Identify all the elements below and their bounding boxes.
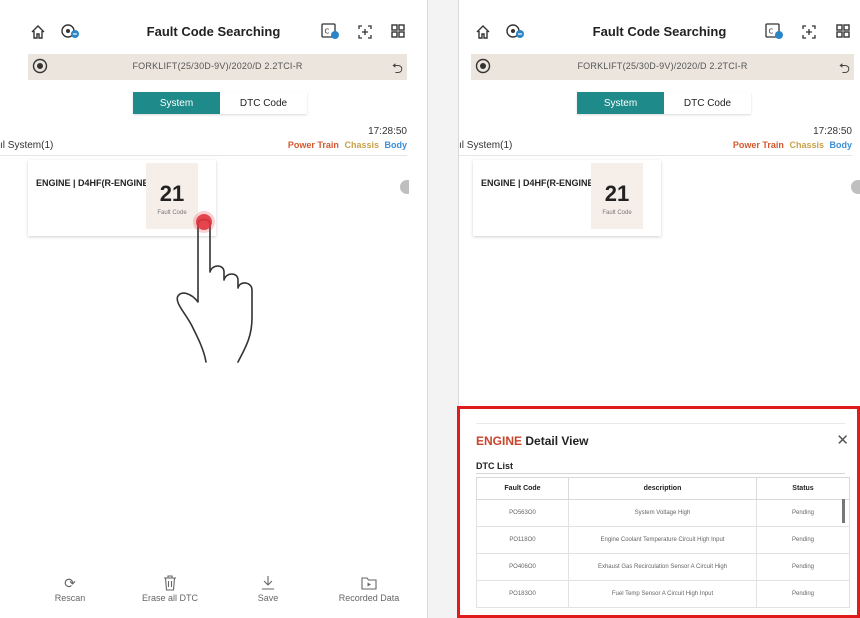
col-description: description [568, 477, 757, 500]
description-cell: Engine Coolant Temperature Circuit High … [568, 526, 757, 554]
fault-count: 21 [159, 181, 185, 206]
fault-code-cell: PO183O0 [476, 580, 569, 608]
fault-count-label: Fault Code [602, 210, 632, 216]
touch-point-marker [196, 214, 212, 230]
trash-icon [138, 575, 202, 593]
grid-menu-icon[interactable] [836, 24, 850, 38]
fault-code-cell: PO118O0 [476, 526, 569, 554]
status-cell: Pending [756, 526, 850, 554]
save-label: Save [257, 593, 279, 603]
system-card-name: ENGINE | D4HF(R-ENGINE ) [36, 178, 155, 188]
timestamp: 17:28:50 [813, 126, 852, 137]
tab-system[interactable]: System [133, 92, 220, 114]
back-return-icon[interactable]: ⮌ [392, 58, 403, 82]
fault-code-cell: PO406O0 [476, 553, 569, 581]
detail-title: ENGINE Detail View [476, 434, 589, 448]
dtc-list-separator [476, 473, 845, 474]
page-title: Fault Code Searching [592, 24, 727, 39]
col-fault-code: Fault Code [476, 477, 569, 500]
list-divider [0, 155, 407, 156]
system-card-engine[interactable]: ENGINE | D4HF(R-ENGINE ) 21 Fault Code [473, 160, 661, 236]
vci-status-icon[interactable]: C [320, 21, 340, 41]
status-cell: Pending [756, 499, 850, 527]
tab-dtc-code[interactable]: DTC Code [664, 92, 751, 114]
detail-system-name: ENGINE [476, 434, 523, 448]
filter-chassis[interactable]: Chassis [344, 140, 379, 150]
recorded-data-icon [334, 575, 404, 593]
screen-capture-icon[interactable] [801, 24, 817, 40]
dtc-table: Fault Code description Status PO563O0 Sy… [476, 477, 850, 608]
system-count-label: ıl System(1) [459, 140, 513, 151]
erase-all-dtc-button[interactable]: Erase all DTC [138, 575, 202, 603]
view-tabs: System DTC Code [577, 92, 751, 114]
filter-chassis[interactable]: Chassis [789, 140, 824, 150]
description-cell: Exhaust Gas Recirculation Sensor A Circu… [568, 553, 757, 581]
vci-status-icon[interactable]: C [764, 21, 784, 41]
view-tabs: System DTC Code [133, 92, 307, 114]
system-filters: Power Train Chassis Body [285, 140, 407, 150]
table-row[interactable]: PO563O0 System Voltage High Pending [476, 499, 850, 527]
erase-all-dtc-label: Erase all DTC [141, 593, 198, 603]
vehicle-label: FORKLIFT(25/30D-9V)/2020/D 2.2TCI-R [577, 61, 748, 71]
svg-text:C: C [769, 28, 774, 36]
vehicle-info-bar: FORKLIFT(25/30D-9V)/2020/D 2.2TCI-R ⮌ [28, 54, 407, 80]
filter-body[interactable]: Body [830, 140, 853, 150]
download-icon [248, 575, 288, 593]
system-filters: Power Train Chassis Body [730, 140, 852, 150]
rescan-label: Rescan [54, 593, 86, 603]
recorded-data-label: Recorded Data [338, 593, 400, 603]
dtc-table-scrollbar[interactable] [842, 499, 845, 523]
table-row[interactable]: PO183O0 Fuel Temp Sensor A Circuit High … [476, 580, 850, 608]
top-bar: Fault Code Searching C [0, 18, 427, 48]
top-bar: Fault Code Searching C [459, 18, 860, 48]
save-button[interactable]: Save [248, 575, 288, 603]
recorded-data-button[interactable]: Recorded Data [334, 575, 404, 603]
fault-code-cell: PO563O0 [476, 499, 569, 527]
tab-dtc-code[interactable]: DTC Code [220, 92, 307, 114]
tab-system[interactable]: System [577, 92, 664, 114]
rescan-icon: ⟳ [64, 575, 76, 591]
detail-view-label: Detail View [525, 434, 589, 448]
grid-menu-icon[interactable] [391, 24, 405, 38]
system-card-name: ENGINE | D4HF(R-ENGINE ) [481, 178, 600, 188]
panel-gutter [428, 0, 458, 618]
list-divider [459, 155, 852, 156]
svg-text:C: C [325, 28, 330, 36]
back-return-icon[interactable]: ⮌ [839, 58, 850, 82]
status-cell: Pending [756, 580, 850, 608]
fault-count-badge: 21 Fault Code [591, 163, 643, 229]
status-cell: Pending [756, 553, 850, 581]
table-row[interactable]: PO406O0 Exhaust Gas Recirculation Sensor… [476, 553, 850, 581]
panel-scroll-handle[interactable] [851, 180, 860, 194]
filter-power-train[interactable]: Power Train [733, 140, 784, 150]
pointing-hand-icon [176, 218, 253, 363]
touch-gesture-illustration [164, 210, 264, 375]
engine-detail-view: ENGINE Detail View ✕ DTC List Fault Code… [457, 406, 860, 618]
description-cell: System Voltage High [568, 499, 757, 527]
timestamp: 17:28:50 [368, 126, 407, 137]
panel-scroll-handle[interactable] [400, 180, 409, 194]
dtc-list-label: DTC List [476, 461, 513, 471]
dtc-table-header: Fault Code description Status [476, 477, 850, 500]
col-status: Status [756, 477, 850, 500]
system-count-label: ıl System(1) [0, 140, 54, 151]
vehicle-label: FORKLIFT(25/30D-9V)/2020/D 2.2TCI-R [132, 61, 303, 71]
vehicle-info-bar: FORKLIFT(25/30D-9V)/2020/D 2.2TCI-R ⮌ [471, 54, 854, 80]
detail-top-border [476, 423, 845, 424]
rescan-button[interactable]: ⟳ Rescan [45, 575, 95, 603]
screen-capture-icon[interactable] [357, 24, 373, 40]
bottom-action-bar: ⟳ Rescan Erase all DTC Save Recorded Dat… [0, 575, 427, 618]
screenshot-stage: Fault Code Searching C FORKLIFT(25/30D-9… [0, 0, 860, 618]
table-row[interactable]: PO118O0 Engine Coolant Temperature Circu… [476, 526, 850, 554]
fault-count: 21 [604, 181, 630, 206]
description-cell: Fuel Temp Sensor A Circuit High Input [568, 580, 757, 608]
filter-body[interactable]: Body [385, 140, 408, 150]
close-icon[interactable]: ✕ [836, 431, 849, 449]
filter-power-train[interactable]: Power Train [288, 140, 339, 150]
